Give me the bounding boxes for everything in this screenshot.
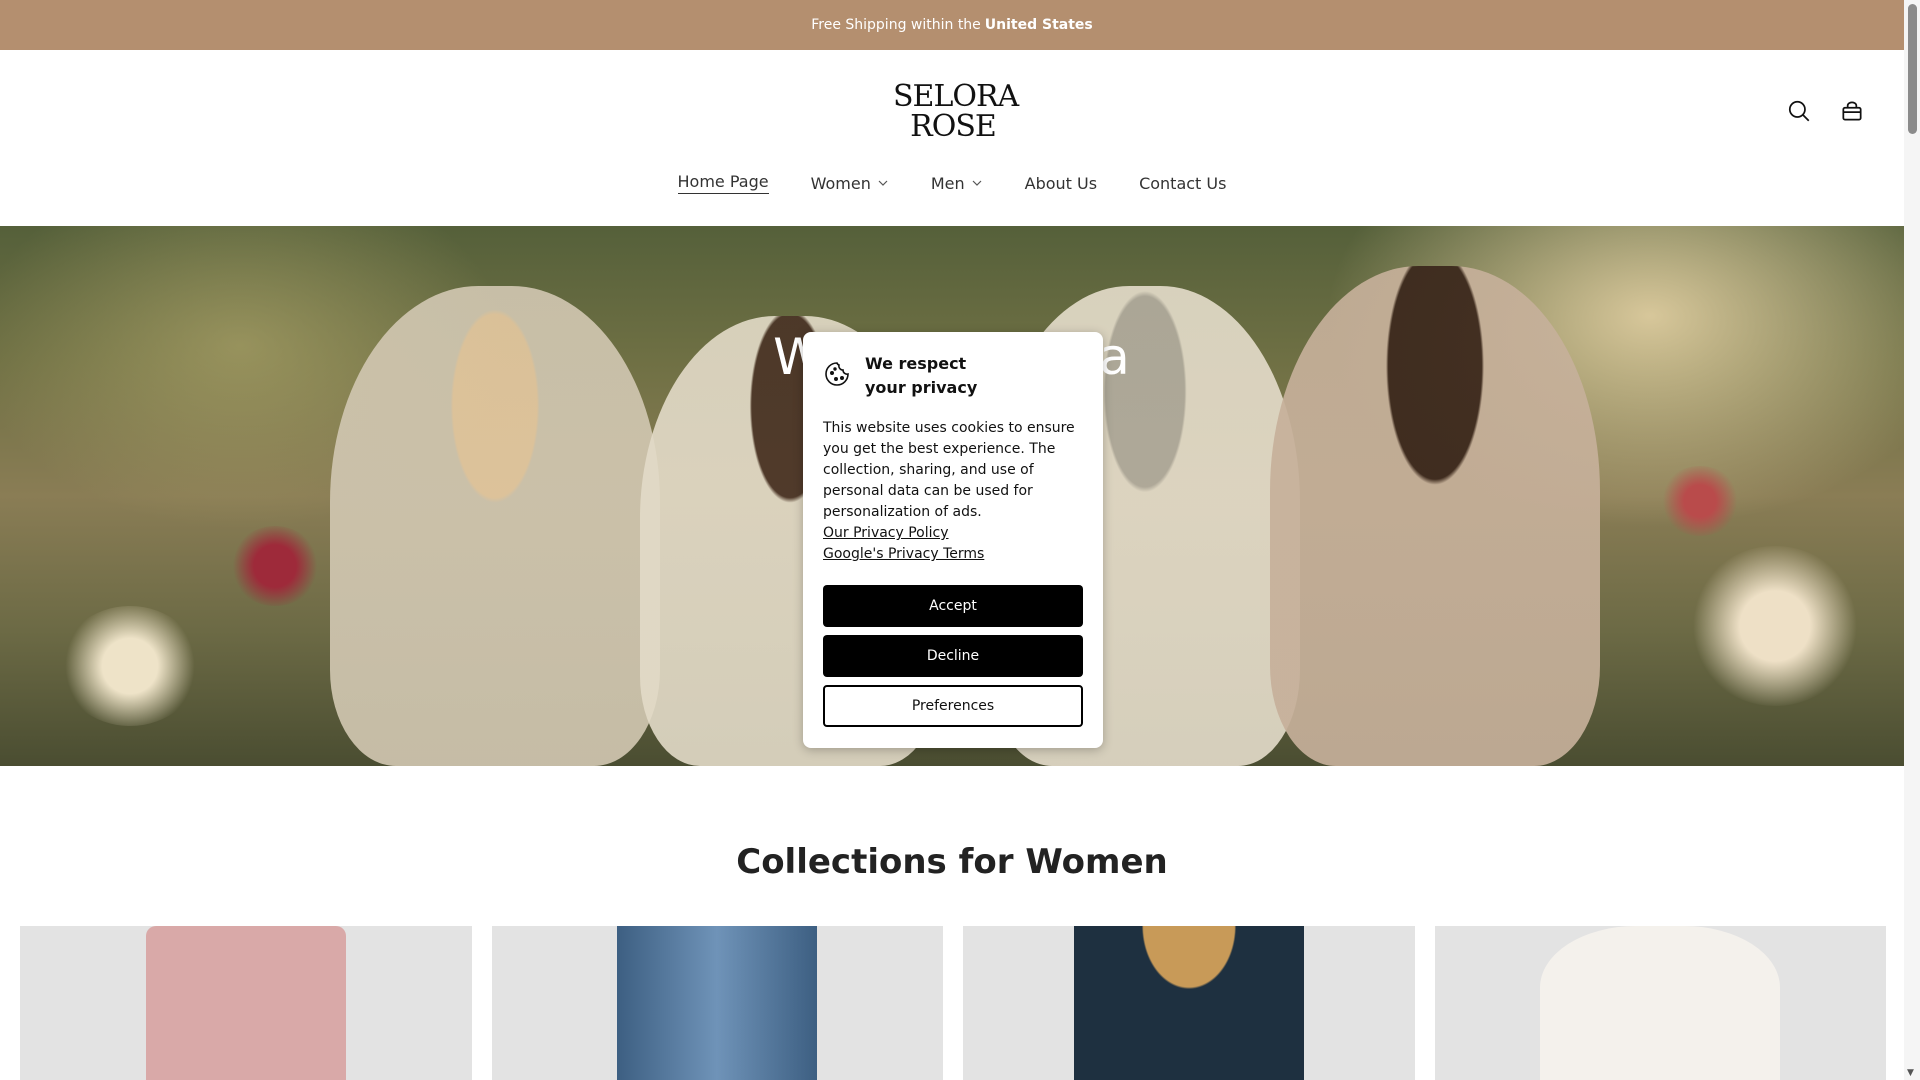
collection-card[interactable] (20, 926, 472, 1080)
privacy-policy-link[interactable]: Our Privacy Policy (823, 523, 1083, 544)
product-image (1540, 926, 1781, 1080)
scrollbar[interactable]: ▼ (1904, 0, 1920, 1080)
nav-item-women[interactable]: Women (811, 170, 889, 196)
collection-card[interactable] (963, 926, 1415, 1080)
cookie-header: We respect your privacy (823, 352, 1083, 400)
nav-label: Men (930, 173, 965, 193)
nav-item-contact[interactable]: Contact Us (1139, 170, 1226, 196)
nav-label: About Us (1024, 173, 1098, 193)
cart-button[interactable] (1839, 98, 1865, 124)
nav-label: Contact Us (1139, 173, 1227, 193)
hero-flower (60, 606, 200, 726)
google-privacy-link[interactable]: Google's Privacy Terms (823, 544, 1083, 565)
chevron-down-icon (972, 180, 982, 186)
collection-card[interactable] (1434, 926, 1886, 1080)
announcement-bar: Free Shipping within the United States (0, 0, 1904, 50)
nav-label: Home Page (677, 172, 769, 194)
accept-button[interactable]: Accept (823, 585, 1083, 627)
preferences-button[interactable]: Preferences (823, 685, 1083, 727)
nav-item-men[interactable]: Men (931, 170, 983, 196)
cookie-body: This website uses cookies to ensure you … (823, 420, 1075, 520)
logo-line-1: SELORA (893, 79, 1019, 114)
site-header: SELORA ROSE Home Page Women Men About Us (0, 50, 1904, 226)
nav-item-about[interactable]: About Us (1025, 170, 1097, 196)
product-image (145, 926, 346, 1080)
page: Free Shipping within the United States S… (0, 0, 1920, 1080)
product-image (1073, 926, 1304, 1080)
hero-flower (230, 526, 320, 606)
bag-icon (1842, 101, 1862, 121)
hero-flower (1690, 546, 1860, 706)
search-button[interactable] (1786, 98, 1812, 124)
nav-item-home[interactable]: Home Page (677, 170, 769, 196)
announcement-text: Free Shipping within the (811, 17, 981, 33)
nav-label: Women (810, 173, 871, 193)
decline-button[interactable]: Decline (823, 635, 1083, 677)
scroll-down-arrow[interactable]: ▼ (1907, 1068, 1917, 1078)
hero-flower (1660, 466, 1740, 536)
collection-card[interactable] (491, 926, 943, 1080)
product-image (617, 926, 818, 1080)
cookie-title: We respect your privacy (865, 354, 978, 397)
main-nav: Home Page Women Men About Us Contact Us (0, 170, 1904, 196)
logo-line-2: ROSE (910, 109, 997, 144)
cookie-icon (825, 362, 849, 386)
search-icon (1788, 100, 1810, 122)
chevron-down-icon (878, 180, 888, 186)
logo[interactable]: SELORA ROSE (893, 79, 1019, 144)
announcement-highlight: United States (984, 17, 1093, 33)
cookie-consent-dialog: We respect your privacy This website use… (803, 332, 1103, 748)
collections-title: Collections for Women (736, 842, 1168, 882)
collections-grid (20, 926, 1886, 1080)
scrollbar-thumb[interactable] (1908, 4, 1917, 134)
